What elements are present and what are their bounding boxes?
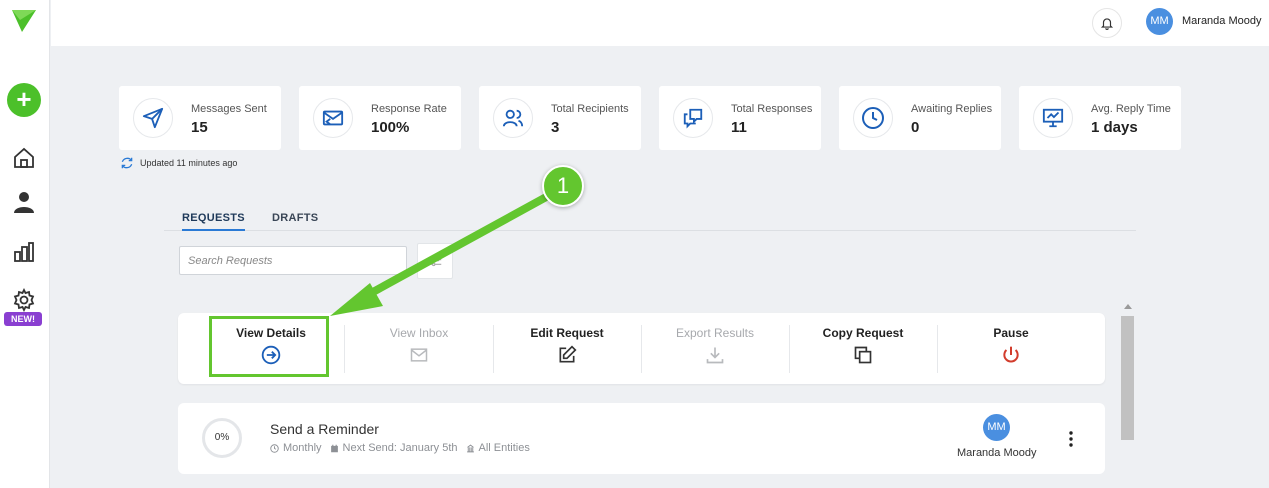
tab-drafts[interactable]: DRAFTS — [272, 212, 318, 224]
search-input[interactable] — [179, 246, 407, 275]
home-icon[interactable] — [12, 146, 36, 170]
list-item[interactable]: 0% Send a Reminder Monthly Next Send: Ja… — [178, 403, 1105, 474]
action-label: Pause — [993, 326, 1029, 340]
avatar[interactable]: MM — [1146, 8, 1173, 35]
monitor-icon — [1033, 98, 1073, 138]
stat-value: 11 — [731, 119, 747, 136]
pause-button[interactable]: Pause — [937, 313, 1085, 384]
view-inbox-button[interactable]: View Inbox — [345, 313, 493, 384]
request-meta: Monthly Next Send: January 5th All Entit… — [270, 442, 530, 454]
bar-chart-icon[interactable] — [12, 240, 36, 264]
users-icon — [493, 98, 533, 138]
stat-card-awaiting-replies: Awaiting Replies 0 — [839, 86, 1001, 150]
user-name[interactable]: Maranda Moody — [1182, 15, 1262, 27]
add-button[interactable]: + — [7, 83, 41, 117]
send-icon — [133, 98, 173, 138]
scroll-up-arrow[interactable] — [1124, 304, 1132, 309]
frequency-text: Monthly — [283, 442, 322, 454]
stat-label: Total Recipients — [551, 103, 629, 115]
power-icon — [1003, 346, 1019, 363]
progress-ring: 0% — [202, 418, 242, 458]
clock-icon — [270, 443, 279, 453]
step-callout: 1 — [542, 165, 584, 207]
download-icon — [706, 347, 724, 364]
filter-button[interactable] — [417, 243, 453, 279]
updated-status: Updated 11 minutes ago — [120, 156, 237, 170]
stat-label: Awaiting Replies — [911, 103, 993, 115]
user-icon[interactable] — [12, 190, 36, 214]
new-badge: NEW! — [4, 312, 42, 326]
paper-plane-logo-icon[interactable] — [12, 10, 36, 32]
action-label: View Inbox — [389, 326, 449, 340]
avatar: MM — [983, 414, 1010, 441]
edit-request-button[interactable]: Edit Request — [493, 313, 641, 384]
meta-next-send: Next Send: January 5th — [330, 442, 458, 454]
bell-icon — [1100, 18, 1114, 30]
copy-icon — [854, 346, 872, 364]
sidebar: + NEW! — [0, 0, 50, 488]
action-label: Edit Request — [530, 326, 604, 340]
chat-icon — [673, 98, 713, 138]
refresh-icon[interactable] — [120, 156, 134, 170]
building-icon — [466, 444, 474, 452]
copy-request-button[interactable]: Copy Request — [789, 313, 937, 384]
stat-label: Messages Sent — [191, 103, 267, 115]
scrollbar-thumb[interactable] — [1121, 316, 1134, 440]
stat-card-total-responses: Total Responses 11 — [659, 86, 821, 150]
export-results-button[interactable]: Export Results — [641, 313, 789, 384]
edit-icon — [559, 345, 577, 363]
action-label: Export Results — [675, 326, 755, 340]
clock-icon — [853, 98, 893, 138]
stat-value: 100% — [371, 119, 410, 136]
stat-value: 15 — [191, 119, 208, 136]
gear-icon[interactable] — [12, 288, 36, 312]
mail-icon — [410, 348, 428, 362]
stat-value: 1 days — [1091, 119, 1138, 136]
sliders-icon — [430, 257, 442, 267]
stat-card-response-rate: Response Rate 100% — [299, 86, 461, 150]
view-details-highlight — [209, 316, 329, 377]
calendar-icon — [330, 444, 338, 452]
stat-label: Response Rate — [371, 103, 447, 115]
stat-card-messages-sent: Messages Sent 15 — [119, 86, 281, 150]
more-options-icon[interactable] — [1068, 431, 1074, 447]
tab-requests[interactable]: REQUESTS — [182, 212, 245, 231]
meta-entities: All Entities — [466, 442, 530, 454]
mail-reply-icon — [313, 98, 353, 138]
owner-name: Maranda Moody — [957, 447, 1037, 459]
stat-value: 0 — [911, 119, 920, 136]
stat-card-total-recipients: Total Recipients 3 — [479, 86, 641, 150]
request-title[interactable]: Send a Reminder — [270, 421, 379, 437]
next-send-text: Next Send: January 5th — [342, 442, 458, 454]
stat-label: Total Responses — [731, 103, 813, 115]
tab-bar: REQUESTS DRAFTS — [164, 204, 1136, 231]
updated-text: Updated 11 minutes ago — [140, 158, 238, 168]
action-label: Copy Request — [822, 326, 904, 340]
topbar: MM Maranda Moody — [51, 0, 1269, 46]
stat-label: Avg. Reply Time — [1091, 103, 1171, 115]
meta-frequency: Monthly — [270, 442, 322, 454]
entities-text: All Entities — [478, 442, 530, 454]
notifications-button[interactable] — [1092, 8, 1122, 38]
stat-value: 3 — [551, 119, 560, 136]
stat-card-avg-reply-time: Avg. Reply Time 1 days — [1019, 86, 1181, 150]
